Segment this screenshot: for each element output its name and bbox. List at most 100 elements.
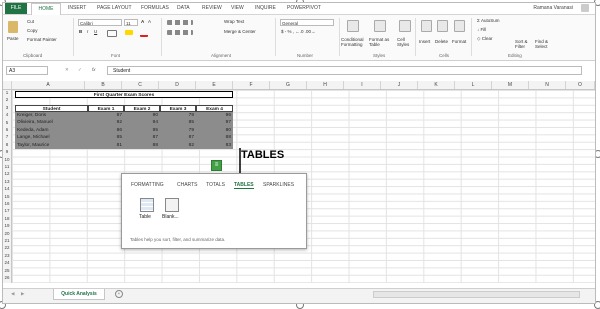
column-header[interactable]: N: [529, 81, 566, 89]
column-header[interactable]: D: [159, 81, 196, 89]
shrink-font-icon[interactable]: A: [148, 19, 151, 24]
row-header[interactable]: 15: [3, 194, 11, 199]
merge-center-button[interactable]: Merge & Center: [224, 29, 256, 34]
row-header[interactable]: 10: [3, 157, 11, 162]
horizontal-scrollbar[interactable]: [373, 291, 580, 298]
qa-tab-sparklines[interactable]: SPARKLINES: [263, 182, 294, 188]
bold-icon[interactable]: B: [79, 29, 82, 34]
column-header[interactable]: J: [381, 81, 418, 89]
tab-data[interactable]: DATA: [177, 5, 190, 11]
row-header[interactable]: 5: [3, 120, 11, 125]
format-as-table-button[interactable]: Format as Table: [369, 37, 393, 47]
column-header[interactable]: K: [418, 81, 455, 89]
table-header-cell[interactable]: Student: [15, 105, 88, 112]
table-header-cell[interactable]: Exam 4: [196, 105, 233, 112]
row-header[interactable]: 3: [3, 105, 11, 110]
cut-button[interactable]: Cut: [27, 19, 34, 24]
row-header[interactable]: 25: [3, 268, 11, 273]
table-cell-score[interactable]: 92: [88, 119, 122, 126]
column-header[interactable]: L: [455, 81, 492, 89]
blank-pivot-icon[interactable]: [165, 198, 179, 212]
user-name[interactable]: Ramana Varanasi: [533, 5, 573, 11]
column-header[interactable]: G: [270, 81, 307, 89]
font-name-select[interactable]: Calibri: [78, 19, 122, 26]
tab-formulas[interactable]: FORMULAS: [141, 5, 169, 11]
row-header[interactable]: 12: [3, 171, 11, 176]
grow-font-icon[interactable]: A: [141, 19, 144, 24]
column-header[interactable]: O: [566, 81, 595, 89]
paste-icon[interactable]: [8, 21, 18, 33]
wrap-text-button[interactable]: Wrap Text: [224, 19, 244, 24]
row-header[interactable]: 21: [3, 238, 11, 243]
table-header-cell[interactable]: Exam 2: [124, 105, 160, 112]
conditional-formatting-icon[interactable]: [347, 20, 359, 32]
table-cell-score[interactable]: 79: [160, 127, 194, 134]
vertical-align-icons[interactable]: [167, 20, 193, 25]
cell-styles-icon[interactable]: [399, 20, 411, 32]
insert-function-icon[interactable]: fx: [92, 67, 96, 72]
table-cell-score[interactable]: 88: [124, 142, 158, 149]
find-select-button[interactable]: Find & Select: [535, 39, 553, 49]
column-header[interactable]: H: [307, 81, 344, 89]
fill-button[interactable]: ↓ Fill: [477, 27, 486, 32]
tab-view[interactable]: VIEW: [231, 5, 244, 11]
tab-insert[interactable]: INSERT: [68, 5, 86, 11]
table-cell-student[interactable]: Olivieira, Manuel: [17, 119, 87, 126]
tab-file[interactable]: FILE: [5, 3, 27, 14]
avatar[interactable]: [581, 4, 589, 12]
table-cell-score[interactable]: 81: [88, 142, 122, 149]
row-header[interactable]: 9: [3, 149, 11, 154]
tab-inquire[interactable]: INQUIRE: [255, 5, 276, 11]
fill-color-icon[interactable]: [125, 30, 133, 35]
qa-tab-charts[interactable]: CHARTS: [177, 182, 197, 188]
cancel-icon[interactable]: ✕: [65, 67, 69, 73]
row-header[interactable]: 2: [3, 97, 11, 102]
row-header[interactable]: 24: [3, 260, 11, 265]
blank-pivot-label[interactable]: Blank...: [162, 214, 179, 220]
font-color-icon[interactable]: [140, 30, 148, 37]
row-header[interactable]: 23: [3, 253, 11, 258]
delete-icon[interactable]: [437, 20, 448, 32]
column-header[interactable]: I: [344, 81, 381, 89]
table-cell-score[interactable]: 97: [196, 119, 231, 126]
table-option-label[interactable]: Table: [139, 214, 151, 220]
prev-sheet-icon[interactable]: ◀: [11, 291, 14, 297]
table-cell-score[interactable]: 85: [160, 119, 194, 126]
table-cell-score[interactable]: 94: [124, 119, 158, 126]
table-cell-score[interactable]: 79: [160, 112, 194, 119]
table-cell-student[interactable]: Lange, Michael: [17, 134, 87, 141]
italic-icon[interactable]: I: [87, 29, 88, 34]
delete-button[interactable]: Delete: [435, 39, 448, 44]
next-sheet-icon[interactable]: ▶: [21, 291, 24, 297]
row-header[interactable]: 19: [3, 223, 11, 228]
borders-icon[interactable]: [107, 30, 117, 37]
tab-page-layout[interactable]: PAGE LAYOUT: [97, 5, 132, 11]
insert-button[interactable]: Insert: [419, 39, 430, 44]
row-header[interactable]: 26: [3, 275, 11, 280]
row-header[interactable]: 22: [3, 245, 11, 250]
tab-powerpivot[interactable]: POWERPIVOT: [287, 5, 321, 11]
name-box[interactable]: A3: [6, 66, 48, 75]
autosum-button[interactable]: Σ AutoSum: [477, 18, 500, 23]
column-header[interactable]: C: [122, 81, 159, 89]
table-cell-score[interactable]: 80: [196, 127, 231, 134]
formula-input[interactable]: Student: [107, 66, 582, 75]
format-button[interactable]: Format: [452, 39, 466, 44]
qa-tab-formatting[interactable]: FORMATTING: [131, 182, 164, 188]
quick-analysis-button[interactable]: ≡: [211, 160, 222, 171]
table-option-icon[interactable]: [140, 198, 154, 212]
table-cell-score[interactable]: 87: [160, 134, 194, 141]
table-cell-student[interactable]: Taylor, Maurice: [17, 142, 87, 149]
enter-icon[interactable]: ✓: [78, 67, 82, 73]
sheet-tab-quick-analysis[interactable]: Quick Analysis: [53, 289, 105, 300]
column-header[interactable]: B: [85, 81, 122, 89]
number-format-select[interactable]: General: [280, 19, 334, 26]
table-cell-score[interactable]: 95: [124, 127, 158, 134]
insert-icon[interactable]: [421, 20, 432, 32]
row-header[interactable]: 16: [3, 201, 11, 206]
row-header[interactable]: 20: [3, 231, 11, 236]
paste-button[interactable]: Paste: [7, 36, 19, 41]
cell-styles-button[interactable]: Cell Styles: [397, 37, 413, 47]
row-header[interactable]: 8: [3, 142, 11, 147]
column-header[interactable]: F: [233, 81, 270, 89]
